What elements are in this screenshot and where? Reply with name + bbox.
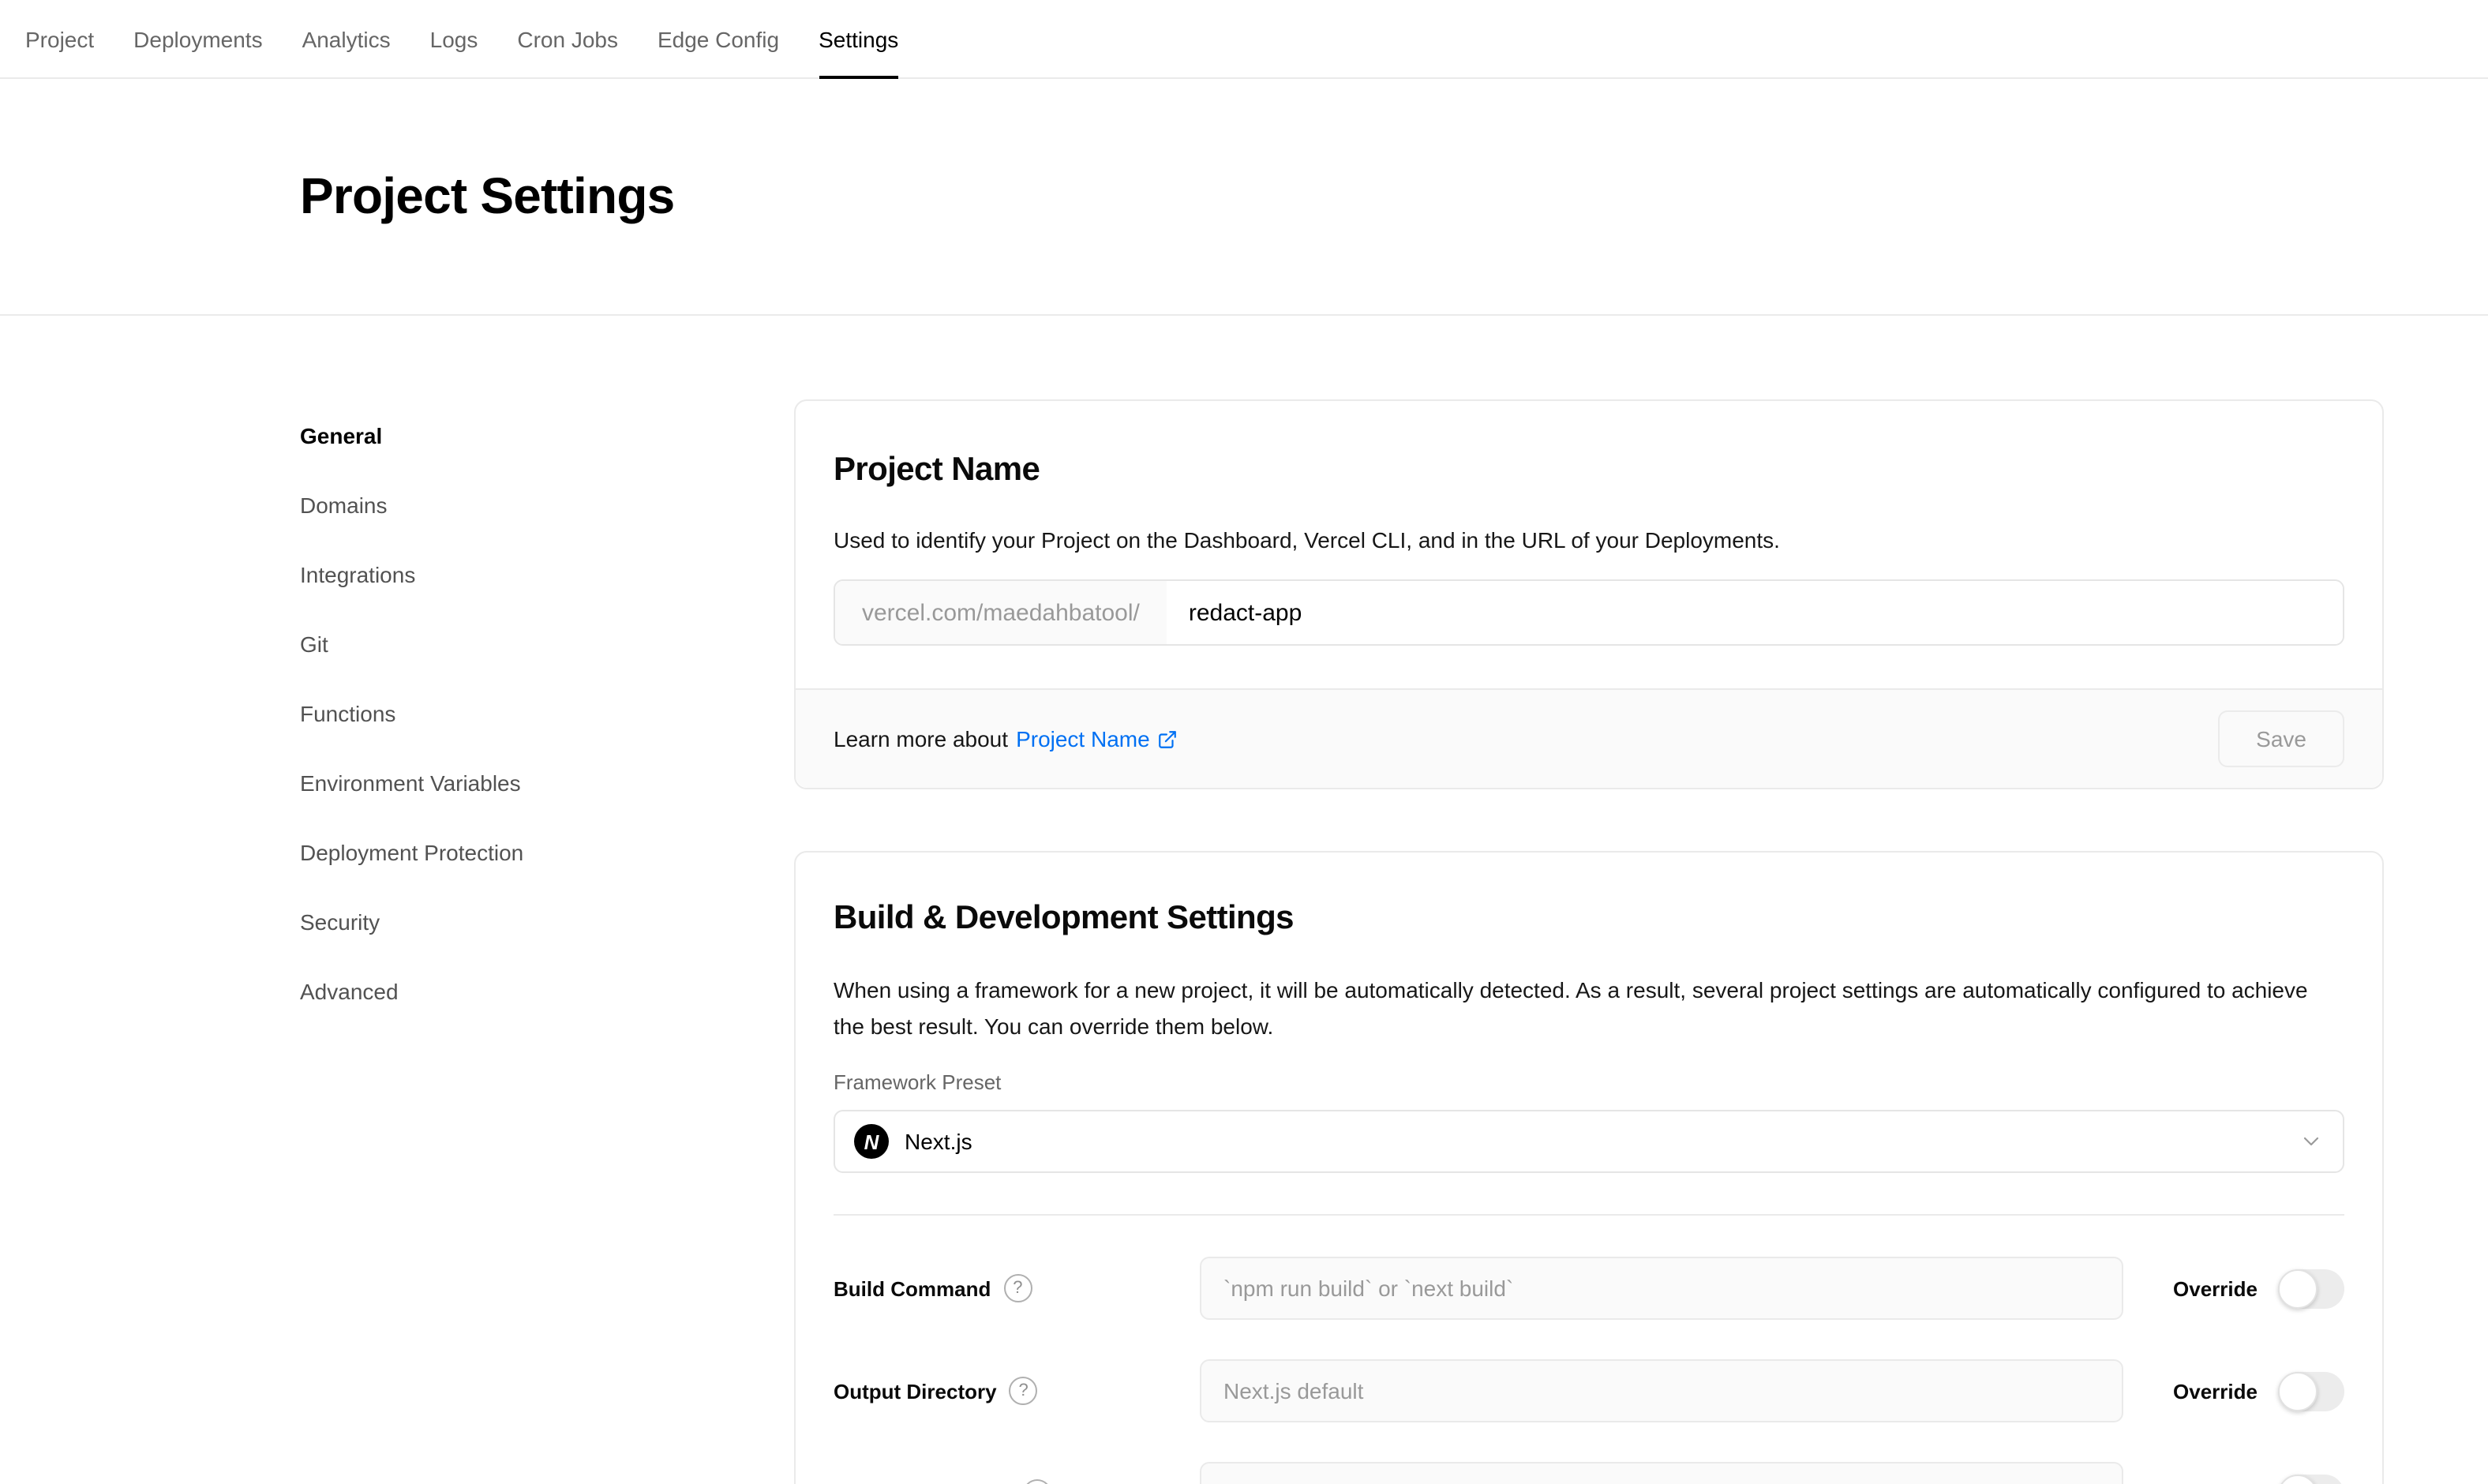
sidebar-item-functions[interactable]: Functions <box>300 695 794 733</box>
content-area: General Domains Integrations Git Functio… <box>0 316 2488 1484</box>
project-name-title: Project Name <box>834 448 2344 493</box>
build-command-row: Build Command ? Override <box>834 1257 2344 1320</box>
output-directory-input-wrap <box>1200 1359 2123 1422</box>
output-directory-override-toggle[interactable] <box>2278 1371 2344 1411</box>
toggle-knob <box>2278 1474 2318 1484</box>
sidebar-item-domains[interactable]: Domains <box>300 486 794 524</box>
install-command-row-partial: ? <box>834 1462 2344 1484</box>
sidebar-item-security[interactable]: Security <box>300 903 794 941</box>
framework-preset-label: Framework Preset <box>834 1069 2344 1097</box>
project-name-card-footer: Learn more about Project Name Save <box>796 688 2382 788</box>
output-directory-input[interactable] <box>1200 1359 2123 1422</box>
build-command-override: Override <box>2123 1269 2344 1308</box>
toggle-knob <box>2278 1269 2318 1308</box>
external-link-icon <box>1158 729 1178 749</box>
output-directory-override: Override <box>2123 1371 2344 1411</box>
partial-row-override-toggle[interactable] <box>2278 1474 2344 1484</box>
tab-deployments[interactable]: Deployments <box>133 0 262 77</box>
build-settings-card-body: Build & Development Settings When using … <box>796 853 2382 1484</box>
page-title: Project Settings <box>300 167 674 226</box>
help-icon[interactable]: ? <box>1010 1377 1038 1405</box>
chevron-down-icon <box>2299 1129 2324 1154</box>
tab-settings[interactable]: Settings <box>819 0 898 77</box>
top-nav: Project Deployments Analytics Logs Cron … <box>0 0 2488 79</box>
toggle-knob <box>2278 1371 2318 1411</box>
build-command-override-toggle[interactable] <box>2278 1269 2344 1308</box>
partial-row-label: ? <box>834 1479 1200 1484</box>
framework-preset-value: Next.js <box>905 1129 2283 1154</box>
sidebar-item-environment-variables[interactable]: Environment Variables <box>300 764 794 802</box>
build-command-input[interactable] <box>1200 1257 2123 1320</box>
output-directory-row: Output Directory ? Override <box>834 1359 2344 1422</box>
project-name-learn-more-link[interactable]: Project Name <box>1016 726 1178 751</box>
override-label: Override <box>2173 1276 2258 1300</box>
partial-row-override <box>2123 1474 2344 1484</box>
vercel-project-settings-page: Project Deployments Analytics Logs Cron … <box>0 0 2488 1484</box>
sidebar-item-deployment-protection[interactable]: Deployment Protection <box>300 834 794 871</box>
page-header: Project Settings <box>0 79 2488 316</box>
project-name-card-body: Project Name Used to identify your Proje… <box>796 401 2382 688</box>
tab-cron-jobs[interactable]: Cron Jobs <box>517 0 618 77</box>
build-settings-description: When using a framework for a new project… <box>834 972 2344 1045</box>
settings-main: Project Name Used to identify your Proje… <box>794 316 2384 1484</box>
help-icon[interactable]: ? <box>1003 1274 1032 1302</box>
learn-more-link-label: Project Name <box>1016 726 1150 751</box>
build-command-input-wrap <box>1200 1257 2123 1320</box>
save-button[interactable]: Save <box>2218 710 2344 767</box>
build-settings-title: Build & Development Settings <box>834 897 2344 941</box>
build-command-label: Build Command ? <box>834 1274 1200 1302</box>
sidebar-item-general[interactable]: General <box>300 417 794 455</box>
partial-row-label-spacer <box>834 1481 1010 1484</box>
learn-more-note: Learn more about Project Name <box>834 726 1178 751</box>
output-directory-label-text: Output Directory <box>834 1379 997 1403</box>
tab-edge-config[interactable]: Edge Config <box>658 0 779 77</box>
sidebar-item-git[interactable]: Git <box>300 625 794 663</box>
project-name-description: Used to identify your Project on the Das… <box>834 524 2344 556</box>
output-directory-label: Output Directory ? <box>834 1377 1200 1405</box>
framework-preset-select[interactable]: N Next.js <box>834 1110 2344 1173</box>
learn-more-text: Learn more about <box>834 726 1008 751</box>
sidebar-item-integrations[interactable]: Integrations <box>300 556 794 594</box>
build-command-label-text: Build Command <box>834 1276 991 1300</box>
project-name-input[interactable] <box>1167 581 2343 644</box>
sidebar-item-advanced[interactable]: Advanced <box>300 972 794 1010</box>
project-name-url-prefix: vercel.com/maedahbatool/ <box>835 581 1167 644</box>
partial-row-input[interactable] <box>1200 1462 2123 1484</box>
settings-sidebar: General Domains Integrations Git Functio… <box>300 316 794 1484</box>
tab-logs[interactable]: Logs <box>430 0 478 77</box>
override-label: Override <box>2173 1379 2258 1403</box>
nextjs-logo-icon: N <box>854 1124 889 1159</box>
tab-analytics[interactable]: Analytics <box>302 0 391 77</box>
project-name-input-group: vercel.com/maedahbatool/ <box>834 579 2344 646</box>
tab-project[interactable]: Project <box>25 0 94 77</box>
partial-row-input-wrap <box>1200 1462 2123 1484</box>
build-settings-card: Build & Development Settings When using … <box>794 851 2384 1484</box>
project-name-card: Project Name Used to identify your Proje… <box>794 399 2384 789</box>
build-settings-divider <box>834 1214 2344 1216</box>
help-icon[interactable]: ? <box>1023 1479 1051 1484</box>
